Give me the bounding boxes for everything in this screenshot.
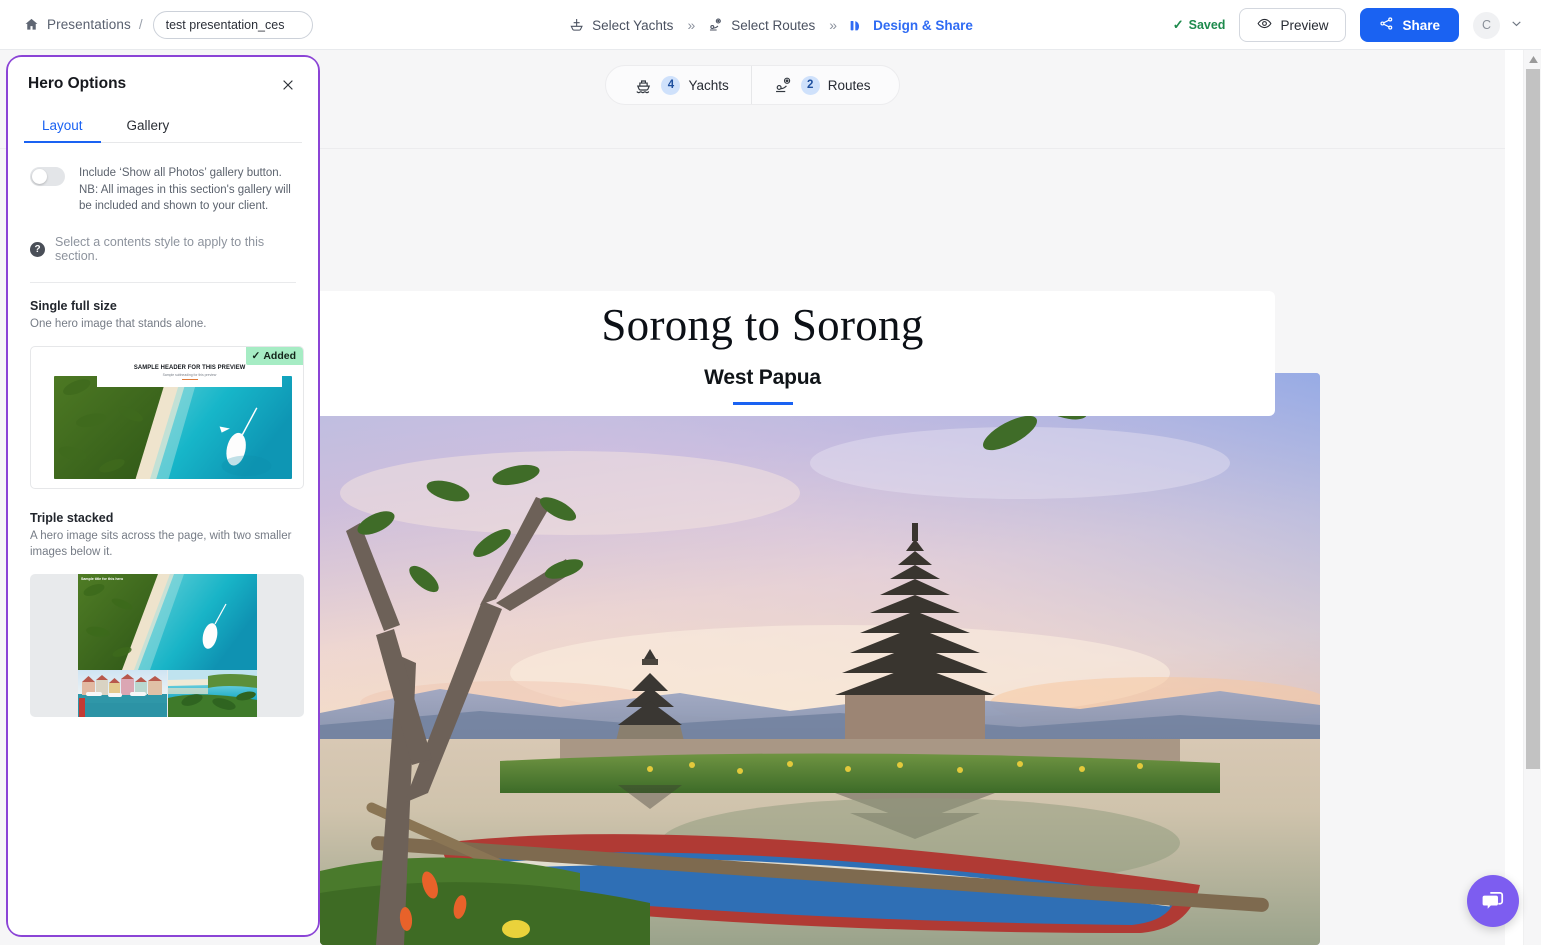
show-all-photos-toggle[interactable] bbox=[30, 167, 65, 186]
option-single-full-size: Single full size One hero image that sta… bbox=[8, 283, 318, 332]
summary-pills: 4 Yachts 2 Routes bbox=[605, 65, 900, 105]
share-label: Share bbox=[1402, 17, 1440, 33]
preview-canvas: Sample title for this hero bbox=[30, 574, 304, 718]
scroll-up-arrow-icon[interactable] bbox=[1527, 53, 1539, 65]
option-title: Single full size bbox=[30, 299, 117, 314]
chat-bubble-icon bbox=[1480, 888, 1506, 914]
preview-secondary-image-1 bbox=[78, 670, 167, 718]
step-select-routes[interactable]: Select Routes bbox=[707, 17, 815, 33]
preview-beach-image bbox=[54, 376, 292, 480]
preview-button[interactable]: Preview bbox=[1239, 8, 1347, 42]
option-description: One hero image that stands alone. bbox=[30, 318, 207, 331]
hero-title-card: Sorong to Sorong West Papua bbox=[250, 291, 1275, 416]
pill-routes[interactable]: 2 Routes bbox=[750, 66, 893, 104]
preview-hero-image: Sample title for this hero bbox=[78, 574, 257, 671]
share-button[interactable]: Share bbox=[1360, 8, 1459, 42]
page-title: Sorong to Sorong bbox=[601, 299, 924, 350]
show-all-photos-label: Include ‘Show all Photos’ gallery button… bbox=[79, 167, 291, 213]
pill-yachts[interactable]: 4 Yachts bbox=[612, 66, 750, 104]
home-icon[interactable] bbox=[24, 17, 39, 32]
header-actions: ✓ Saved Preview Share C bbox=[1173, 0, 1523, 50]
routes-count-badge: 2 bbox=[800, 75, 820, 95]
option-preview-triple-stacked[interactable]: Sample title for this hero bbox=[30, 574, 304, 718]
preview-header-text: SAMPLE HEADER FOR THIS PREVIEW bbox=[133, 363, 246, 371]
pill-label-yachts: Yachts bbox=[688, 77, 729, 93]
check-icon: ✓ bbox=[251, 350, 261, 363]
option-triple-stacked: Triple stacked A hero image sits across … bbox=[8, 489, 318, 560]
close-icon[interactable] bbox=[278, 75, 298, 95]
panel-header: Hero Options bbox=[8, 57, 318, 95]
added-badge: ✓ Added bbox=[245, 347, 303, 366]
vertical-scrollbar[interactable] bbox=[1523, 50, 1541, 945]
preview-label: Preview bbox=[1280, 17, 1329, 33]
step-label: Select Routes bbox=[731, 17, 816, 33]
hero-options-panel: Hero Options Layout Gallery Include ‘Sho… bbox=[8, 57, 318, 935]
show-all-photos-row: Include ‘Show all Photos’ gallery button… bbox=[8, 143, 318, 215]
status-badge-saved: ✓ Saved bbox=[1173, 17, 1226, 33]
step-label: Design & Share bbox=[873, 17, 973, 33]
chevron-down-icon[interactable] bbox=[1510, 17, 1523, 33]
contents-style-hint: ? Select a contents style to apply to th… bbox=[8, 215, 318, 263]
route-pin-icon bbox=[774, 76, 793, 95]
hero-rule bbox=[732, 401, 793, 405]
preview-rule bbox=[181, 378, 198, 380]
tab-gallery[interactable]: Gallery bbox=[109, 111, 188, 142]
preview-secondary-image-2 bbox=[168, 670, 257, 718]
option-title: Triple stacked bbox=[30, 511, 114, 526]
hint-text: Select a contents style to apply to this… bbox=[55, 235, 265, 264]
tab-layout[interactable]: Layout bbox=[24, 111, 101, 143]
top-header-bar: Presentations / Select Yachts » bbox=[0, 0, 1541, 50]
check-icon: ✓ bbox=[1172, 17, 1184, 32]
step-chevron-1: » bbox=[687, 17, 695, 33]
yacht-icon bbox=[634, 76, 653, 95]
route-pin-icon bbox=[707, 17, 723, 33]
breadcrumb-presentations-link[interactable]: Presentations bbox=[47, 17, 131, 32]
presentation-title-input[interactable] bbox=[152, 10, 313, 39]
eye-icon bbox=[1257, 16, 1272, 34]
step-label: Select Yachts bbox=[592, 17, 674, 33]
hero-image[interactable] bbox=[320, 373, 1320, 945]
toggle-knob bbox=[32, 169, 47, 184]
help-question-icon[interactable]: ? bbox=[30, 241, 45, 257]
step-chevron-2: » bbox=[829, 17, 837, 33]
pill-label-routes: Routes bbox=[827, 77, 871, 93]
breadcrumb: Presentations / bbox=[24, 10, 313, 39]
share-icon bbox=[1379, 16, 1394, 34]
saved-label: Saved bbox=[1188, 18, 1226, 32]
scrollbar-thumb[interactable] bbox=[1526, 69, 1540, 769]
workflow-steps: Select Yachts » Select Routes » Design &… bbox=[568, 0, 973, 50]
hero-subtitle: West Papua bbox=[704, 365, 821, 389]
option-preview-single-full-size[interactable]: ✓ Added SAMPLE HEADER FOR THIS PREVIEW S… bbox=[30, 346, 304, 490]
option-description: A hero image sits across the page, with … bbox=[30, 530, 292, 559]
preview-header-text: Sample title for this hero bbox=[81, 577, 124, 582]
panel-tabs: Layout Gallery bbox=[24, 111, 302, 143]
preview-canvas: SAMPLE HEADER FOR THIS PREVIEW Sample su… bbox=[42, 356, 292, 480]
design-share-icon bbox=[849, 17, 865, 33]
yachts-count-badge: 4 bbox=[661, 75, 681, 95]
preview-subheader-text: Sample subheading for this preview bbox=[162, 372, 217, 377]
breadcrumb-separator: / bbox=[138, 17, 143, 32]
added-label: Added bbox=[263, 350, 296, 363]
avatar[interactable]: C bbox=[1473, 11, 1500, 39]
chat-widget-button[interactable] bbox=[1467, 875, 1519, 927]
yacht-icon bbox=[568, 17, 584, 33]
step-select-yachts[interactable]: Select Yachts bbox=[568, 17, 673, 33]
step-design-and-share[interactable]: Design & Share bbox=[849, 17, 973, 33]
panel-title: Hero Options bbox=[28, 75, 127, 92]
